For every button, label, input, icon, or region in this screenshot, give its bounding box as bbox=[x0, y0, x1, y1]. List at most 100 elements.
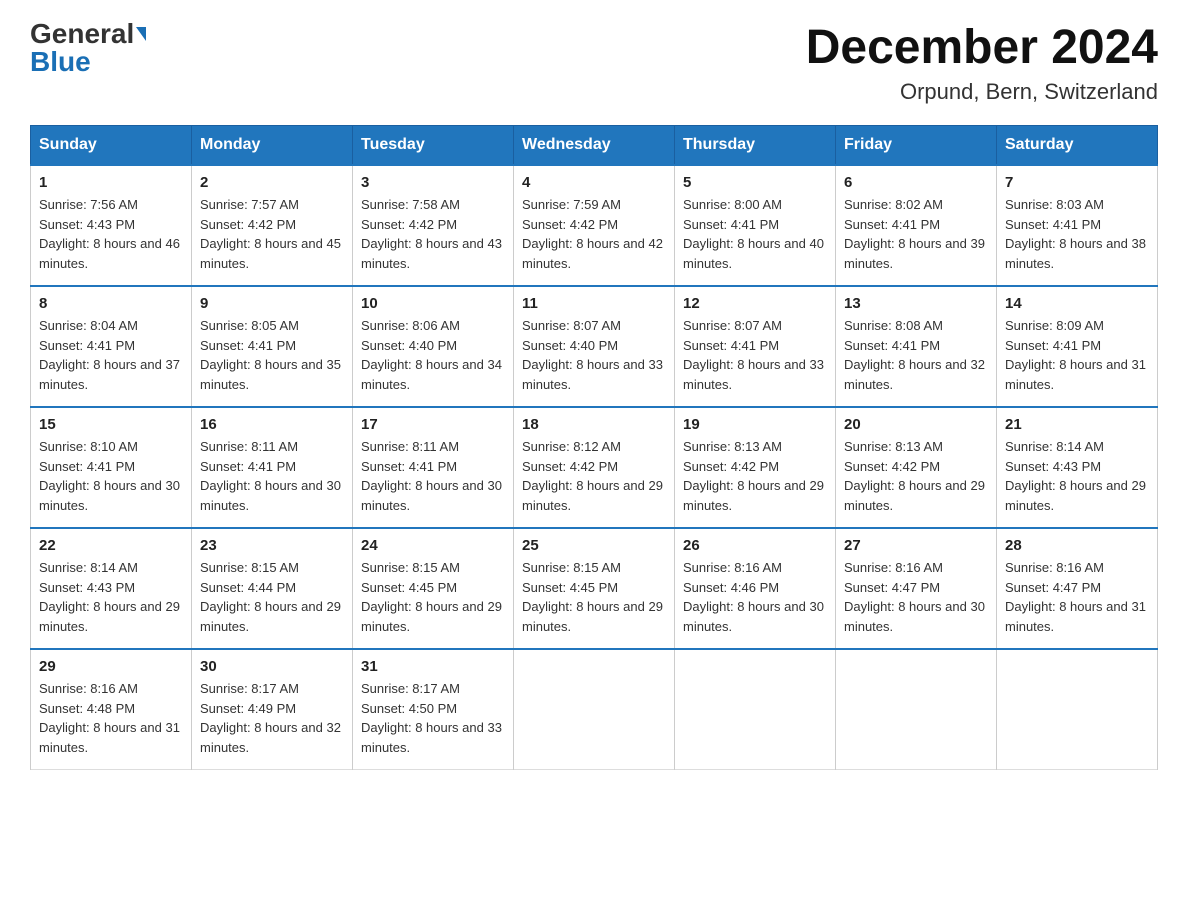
day-number: 23 bbox=[200, 537, 344, 554]
day-cell-26: 26 Sunrise: 8:16 AM Sunset: 4:46 PM Dayl… bbox=[675, 528, 836, 649]
day-number: 10 bbox=[361, 295, 505, 312]
day-cell-16: 16 Sunrise: 8:11 AM Sunset: 4:41 PM Dayl… bbox=[192, 407, 353, 528]
header-friday: Friday bbox=[836, 126, 997, 166]
day-number: 22 bbox=[39, 537, 183, 554]
header-thursday: Thursday bbox=[675, 126, 836, 166]
day-cell-25: 25 Sunrise: 8:15 AM Sunset: 4:45 PM Dayl… bbox=[514, 528, 675, 649]
day-number: 30 bbox=[200, 658, 344, 675]
day-info: Sunrise: 8:03 AM Sunset: 4:41 PM Dayligh… bbox=[1005, 195, 1149, 273]
empty-cell bbox=[514, 649, 675, 770]
day-info: Sunrise: 8:05 AM Sunset: 4:41 PM Dayligh… bbox=[200, 316, 344, 394]
day-number: 13 bbox=[844, 295, 988, 312]
day-info: Sunrise: 8:11 AM Sunset: 4:41 PM Dayligh… bbox=[361, 437, 505, 515]
day-cell-3: 3 Sunrise: 7:58 AM Sunset: 4:42 PM Dayli… bbox=[353, 165, 514, 286]
day-info: Sunrise: 7:58 AM Sunset: 4:42 PM Dayligh… bbox=[361, 195, 505, 273]
day-cell-22: 22 Sunrise: 8:14 AM Sunset: 4:43 PM Dayl… bbox=[31, 528, 192, 649]
day-info: Sunrise: 8:13 AM Sunset: 4:42 PM Dayligh… bbox=[844, 437, 988, 515]
title-block: December 2024 Orpund, Bern, Switzerland bbox=[806, 20, 1158, 105]
day-cell-11: 11 Sunrise: 8:07 AM Sunset: 4:40 PM Dayl… bbox=[514, 286, 675, 407]
day-cell-27: 27 Sunrise: 8:16 AM Sunset: 4:47 PM Dayl… bbox=[836, 528, 997, 649]
week-row-4: 22 Sunrise: 8:14 AM Sunset: 4:43 PM Dayl… bbox=[31, 528, 1158, 649]
day-info: Sunrise: 8:06 AM Sunset: 4:40 PM Dayligh… bbox=[361, 316, 505, 394]
day-number: 18 bbox=[522, 416, 666, 433]
day-number: 14 bbox=[1005, 295, 1149, 312]
day-info: Sunrise: 8:10 AM Sunset: 4:41 PM Dayligh… bbox=[39, 437, 183, 515]
day-cell-19: 19 Sunrise: 8:13 AM Sunset: 4:42 PM Dayl… bbox=[675, 407, 836, 528]
day-number: 5 bbox=[683, 174, 827, 191]
logo-blue-text: Blue bbox=[30, 48, 91, 76]
day-info: Sunrise: 8:00 AM Sunset: 4:41 PM Dayligh… bbox=[683, 195, 827, 273]
day-number: 11 bbox=[522, 295, 666, 312]
day-cell-29: 29 Sunrise: 8:16 AM Sunset: 4:48 PM Dayl… bbox=[31, 649, 192, 770]
logo-general-text: General bbox=[30, 20, 134, 48]
day-number: 29 bbox=[39, 658, 183, 675]
day-info: Sunrise: 8:14 AM Sunset: 4:43 PM Dayligh… bbox=[39, 558, 183, 636]
day-number: 17 bbox=[361, 416, 505, 433]
day-cell-17: 17 Sunrise: 8:11 AM Sunset: 4:41 PM Dayl… bbox=[353, 407, 514, 528]
day-info: Sunrise: 8:08 AM Sunset: 4:41 PM Dayligh… bbox=[844, 316, 988, 394]
day-cell-14: 14 Sunrise: 8:09 AM Sunset: 4:41 PM Dayl… bbox=[997, 286, 1158, 407]
header-monday: Monday bbox=[192, 126, 353, 166]
day-info: Sunrise: 8:13 AM Sunset: 4:42 PM Dayligh… bbox=[683, 437, 827, 515]
day-number: 6 bbox=[844, 174, 988, 191]
day-number: 9 bbox=[200, 295, 344, 312]
day-cell-1: 1 Sunrise: 7:56 AM Sunset: 4:43 PM Dayli… bbox=[31, 165, 192, 286]
logo-triangle-icon bbox=[136, 27, 146, 41]
day-cell-31: 31 Sunrise: 8:17 AM Sunset: 4:50 PM Dayl… bbox=[353, 649, 514, 770]
day-number: 15 bbox=[39, 416, 183, 433]
day-info: Sunrise: 8:15 AM Sunset: 4:44 PM Dayligh… bbox=[200, 558, 344, 636]
week-row-2: 8 Sunrise: 8:04 AM Sunset: 4:41 PM Dayli… bbox=[31, 286, 1158, 407]
day-info: Sunrise: 8:16 AM Sunset: 4:47 PM Dayligh… bbox=[844, 558, 988, 636]
day-number: 31 bbox=[361, 658, 505, 675]
day-number: 1 bbox=[39, 174, 183, 191]
location: Orpund, Bern, Switzerland bbox=[806, 79, 1158, 105]
day-number: 16 bbox=[200, 416, 344, 433]
day-number: 21 bbox=[1005, 416, 1149, 433]
week-row-1: 1 Sunrise: 7:56 AM Sunset: 4:43 PM Dayli… bbox=[31, 165, 1158, 286]
page-header: General Blue December 2024 Orpund, Bern,… bbox=[30, 20, 1158, 105]
day-number: 8 bbox=[39, 295, 183, 312]
day-number: 25 bbox=[522, 537, 666, 554]
empty-cell bbox=[836, 649, 997, 770]
day-info: Sunrise: 8:07 AM Sunset: 4:40 PM Dayligh… bbox=[522, 316, 666, 394]
header-tuesday: Tuesday bbox=[353, 126, 514, 166]
empty-cell bbox=[997, 649, 1158, 770]
day-info: Sunrise: 8:14 AM Sunset: 4:43 PM Dayligh… bbox=[1005, 437, 1149, 515]
day-number: 3 bbox=[361, 174, 505, 191]
day-number: 24 bbox=[361, 537, 505, 554]
month-title: December 2024 bbox=[806, 20, 1158, 75]
logo: General Blue bbox=[30, 20, 146, 76]
day-cell-18: 18 Sunrise: 8:12 AM Sunset: 4:42 PM Dayl… bbox=[514, 407, 675, 528]
day-info: Sunrise: 7:57 AM Sunset: 4:42 PM Dayligh… bbox=[200, 195, 344, 273]
day-info: Sunrise: 8:07 AM Sunset: 4:41 PM Dayligh… bbox=[683, 316, 827, 394]
header-wednesday: Wednesday bbox=[514, 126, 675, 166]
day-info: Sunrise: 8:04 AM Sunset: 4:41 PM Dayligh… bbox=[39, 316, 183, 394]
day-number: 28 bbox=[1005, 537, 1149, 554]
day-info: Sunrise: 7:56 AM Sunset: 4:43 PM Dayligh… bbox=[39, 195, 183, 273]
day-cell-12: 12 Sunrise: 8:07 AM Sunset: 4:41 PM Dayl… bbox=[675, 286, 836, 407]
calendar-table: SundayMondayTuesdayWednesdayThursdayFrid… bbox=[30, 125, 1158, 770]
day-cell-20: 20 Sunrise: 8:13 AM Sunset: 4:42 PM Dayl… bbox=[836, 407, 997, 528]
day-number: 12 bbox=[683, 295, 827, 312]
day-cell-23: 23 Sunrise: 8:15 AM Sunset: 4:44 PM Dayl… bbox=[192, 528, 353, 649]
header-saturday: Saturday bbox=[997, 126, 1158, 166]
day-cell-13: 13 Sunrise: 8:08 AM Sunset: 4:41 PM Dayl… bbox=[836, 286, 997, 407]
day-info: Sunrise: 8:17 AM Sunset: 4:49 PM Dayligh… bbox=[200, 679, 344, 757]
week-row-5: 29 Sunrise: 8:16 AM Sunset: 4:48 PM Dayl… bbox=[31, 649, 1158, 770]
day-cell-30: 30 Sunrise: 8:17 AM Sunset: 4:49 PM Dayl… bbox=[192, 649, 353, 770]
day-cell-15: 15 Sunrise: 8:10 AM Sunset: 4:41 PM Dayl… bbox=[31, 407, 192, 528]
day-info: Sunrise: 8:11 AM Sunset: 4:41 PM Dayligh… bbox=[200, 437, 344, 515]
day-info: Sunrise: 8:15 AM Sunset: 4:45 PM Dayligh… bbox=[361, 558, 505, 636]
day-info: Sunrise: 8:15 AM Sunset: 4:45 PM Dayligh… bbox=[522, 558, 666, 636]
day-info: Sunrise: 8:17 AM Sunset: 4:50 PM Dayligh… bbox=[361, 679, 505, 757]
day-number: 4 bbox=[522, 174, 666, 191]
day-cell-5: 5 Sunrise: 8:00 AM Sunset: 4:41 PM Dayli… bbox=[675, 165, 836, 286]
header-row: SundayMondayTuesdayWednesdayThursdayFrid… bbox=[31, 126, 1158, 166]
day-info: Sunrise: 8:16 AM Sunset: 4:47 PM Dayligh… bbox=[1005, 558, 1149, 636]
empty-cell bbox=[675, 649, 836, 770]
day-cell-7: 7 Sunrise: 8:03 AM Sunset: 4:41 PM Dayli… bbox=[997, 165, 1158, 286]
day-number: 26 bbox=[683, 537, 827, 554]
day-info: Sunrise: 8:12 AM Sunset: 4:42 PM Dayligh… bbox=[522, 437, 666, 515]
day-number: 2 bbox=[200, 174, 344, 191]
day-number: 7 bbox=[1005, 174, 1149, 191]
